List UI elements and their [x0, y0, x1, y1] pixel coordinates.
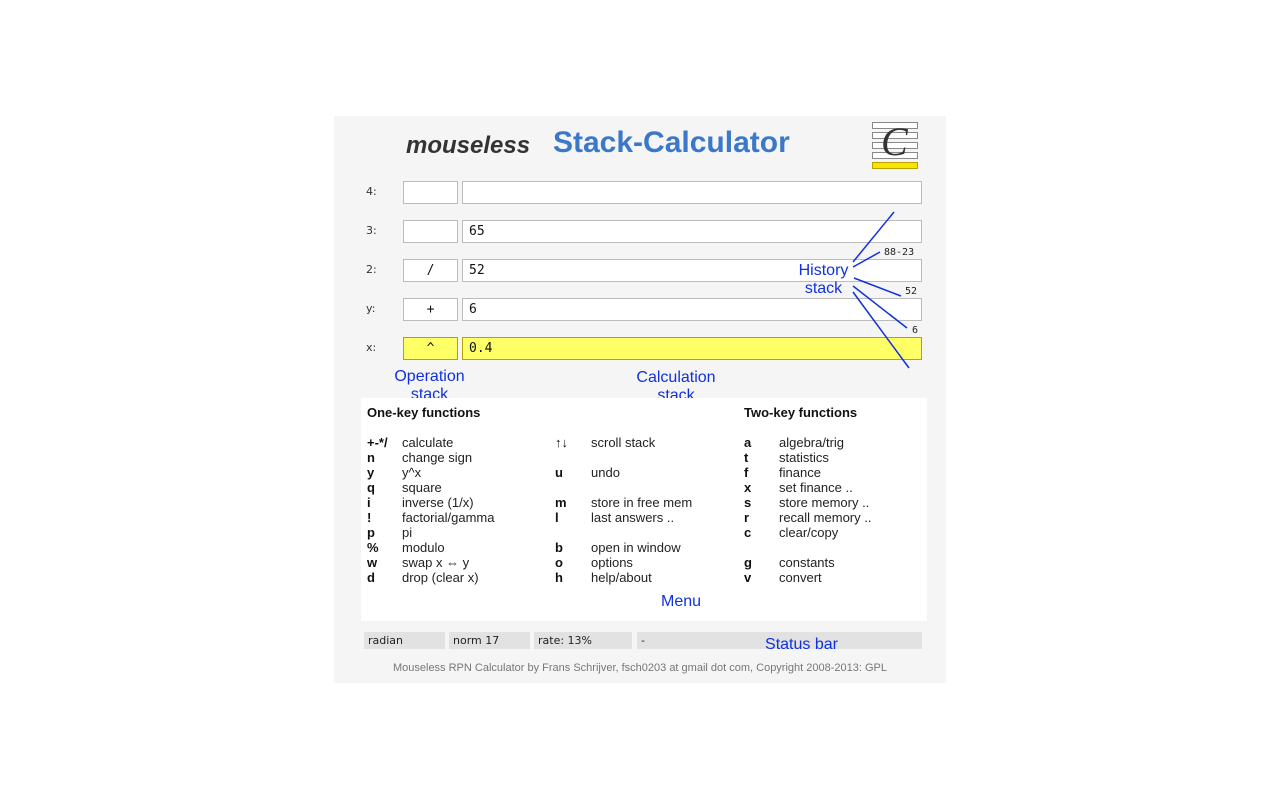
menu-key: n: [367, 450, 375, 465]
annotation-status-bar: Status bar: [765, 636, 838, 653]
menu-item[interactable]: pi: [402, 525, 412, 540]
menu-key: b: [555, 540, 563, 555]
menu-key: p: [367, 525, 375, 540]
menu-key: a: [744, 435, 752, 450]
menu-key: +-*/: [367, 435, 388, 450]
menu-key: s: [744, 495, 752, 510]
menu-item[interactable]: change sign: [402, 450, 472, 465]
menu-item[interactable]: finance: [779, 465, 821, 480]
menu-item[interactable]: clear/copy: [779, 525, 838, 540]
menu-item[interactable]: drop (clear x): [402, 570, 479, 585]
menu-key: m: [555, 495, 567, 510]
status-angle-mode[interactable]: radian: [364, 632, 445, 649]
menu-item[interactable]: store in free mem: [591, 495, 692, 510]
menu-item[interactable]: scroll stack: [591, 435, 655, 450]
menu-key: %: [367, 540, 379, 555]
status-rate[interactable]: rate: 13%: [534, 632, 632, 649]
menu-item[interactable]: set finance ..: [779, 480, 853, 495]
menu-item[interactable]: statistics: [779, 450, 829, 465]
menu-item[interactable]: convert: [779, 570, 822, 585]
one-key-functions-heading: One-key functions: [367, 405, 481, 420]
annotation-history-line2: stack: [804, 280, 843, 297]
menu-item[interactable]: open in window: [591, 540, 681, 555]
menu-key: g: [744, 555, 752, 570]
menu-item[interactable]: swap x ⇔ y: [402, 555, 469, 570]
menu-item[interactable]: square: [402, 480, 442, 495]
calculator-panel: mouseless Stack-Calculator C 4: 3: 65 2:…: [334, 116, 946, 683]
annotation-operation-line1: Operation: [394, 368, 465, 385]
menu-key: u: [555, 465, 563, 480]
menu-item[interactable]: inverse (1/x): [402, 495, 474, 510]
menu-key: c: [744, 525, 752, 540]
menu-key: l: [555, 510, 559, 525]
menu-key: f: [744, 465, 749, 480]
annotation-calculation-line1: Calculation: [636, 369, 716, 386]
menu-key: y: [367, 465, 375, 480]
annotation-menu: Menu: [660, 593, 702, 610]
menu-item[interactable]: y^x: [402, 465, 421, 480]
function-menu: One-key functions Two-key functions +-*/…: [361, 398, 927, 621]
menu-key: x: [744, 480, 752, 495]
menu-key: !: [367, 510, 372, 525]
menu-item[interactable]: store memory ..: [779, 495, 869, 510]
menu-item[interactable]: undo: [591, 465, 620, 480]
annotation-history-stack: History stack: [791, 262, 856, 298]
scroll-arrows-icon: ↑↓: [555, 435, 568, 450]
two-key-functions-heading: Two-key functions: [744, 405, 858, 420]
menu-key: r: [744, 510, 750, 525]
menu-key: h: [555, 570, 563, 585]
menu-item[interactable]: options: [591, 555, 633, 570]
menu-item[interactable]: factorial/gamma: [402, 510, 494, 525]
status-number-format[interactable]: norm 17: [449, 632, 530, 649]
menu-item[interactable]: calculate: [402, 435, 453, 450]
menu-key: i: [367, 495, 371, 510]
menu-key: d: [367, 570, 375, 585]
menu-key: t: [744, 450, 749, 465]
menu-item[interactable]: modulo: [402, 540, 445, 555]
menu-item[interactable]: recall memory ..: [779, 510, 871, 525]
footer-copyright: Mouseless RPN Calculator by Frans Schrij…: [392, 662, 887, 674]
menu-item[interactable]: help/about: [591, 570, 652, 585]
menu-key: o: [555, 555, 563, 570]
menu-key: q: [367, 480, 375, 495]
menu-key: w: [367, 555, 378, 570]
menu-item[interactable]: algebra/trig: [779, 435, 844, 450]
annotation-history-line1: History: [798, 262, 849, 279]
menu-key: v: [744, 570, 752, 585]
menu-item[interactable]: last answers ..: [591, 510, 674, 525]
menu-item[interactable]: constants: [779, 555, 835, 570]
